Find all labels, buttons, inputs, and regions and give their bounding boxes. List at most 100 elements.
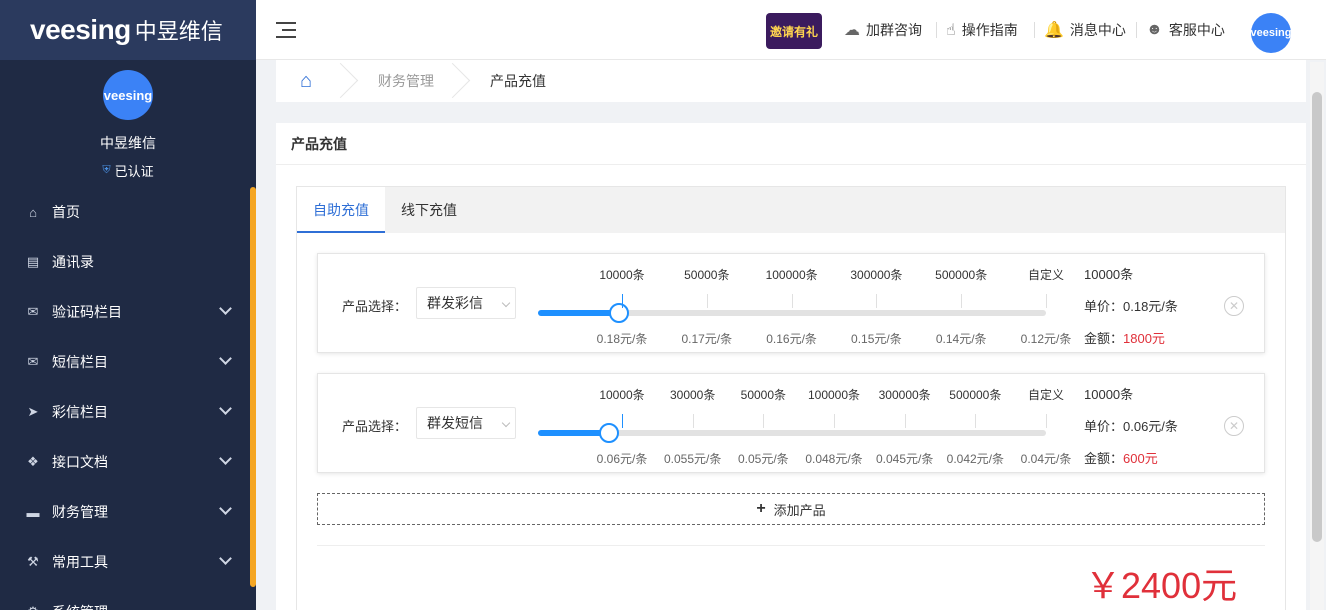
chevron-down-icon	[219, 502, 232, 515]
verified-badge: ⛨ 已认证	[102, 161, 153, 180]
sidebar-item-mms[interactable]: ➤ 彩信栏目	[0, 387, 256, 437]
remove-product-button[interactable]: ✕	[1224, 416, 1244, 436]
tier-label[interactable]: 500000条	[935, 266, 987, 283]
scrollbar-thumb[interactable]	[1312, 92, 1322, 542]
tier-label[interactable]: 300000条	[879, 386, 931, 403]
slider-tick	[706, 294, 708, 308]
tier-label[interactable]: 100000条	[766, 266, 818, 283]
page-scrollbar[interactable]	[1310, 62, 1324, 610]
chevron-down-icon	[501, 298, 511, 308]
slider-tick	[834, 414, 835, 428]
plus-icon: +	[756, 500, 766, 517]
sidebar: veesing 中昱维信 veesing 中昱维信 ⛨ 已认证 ⌂ 首页 ▤ 通…	[0, 0, 256, 610]
sidebar-item-label: 验证码栏目	[52, 304, 122, 320]
cubes-icon: ❖	[27, 454, 39, 469]
tier-label[interactable]: 50000条	[741, 386, 786, 403]
breadcrumb-finance[interactable]: 财务管理	[348, 71, 448, 91]
chevron-down-icon	[501, 418, 511, 428]
tier-label[interactable]: 10000条	[599, 386, 644, 403]
logo-cn: 中昱维信	[134, 19, 223, 44]
amount-value: 1800元	[1123, 331, 1165, 346]
product-select[interactable]: 群发短信	[416, 407, 516, 439]
chevron-down-icon	[219, 302, 232, 315]
quantity-slider[interactable]	[538, 414, 1047, 443]
unit-price: 单价：0.06元/条	[1084, 419, 1178, 434]
sidebar-item-system[interactable]: ⚙ 系统管理	[0, 587, 256, 610]
tier-label[interactable]: 500000条	[949, 386, 1001, 403]
product-select-label: 产品选择：	[342, 419, 408, 434]
support-label: 客服中心	[1168, 22, 1225, 38]
tab-offline-recharge[interactable]: 线下充值	[385, 187, 473, 233]
tier-label[interactable]: 100000条	[808, 386, 860, 403]
quantity-slider[interactable]	[538, 294, 1047, 323]
tier-price: 0.17元/条	[681, 332, 733, 346]
tier-label[interactable]: 50000条	[684, 266, 729, 283]
product-card: 产品选择： 群发短信 10000条 30000条 50000条 100000条 3000…	[317, 373, 1265, 473]
support-link[interactable]: ☻ 客服中心	[1146, 20, 1225, 40]
sidebar-item-label: 常用工具	[52, 554, 108, 570]
slider-tick	[692, 414, 694, 428]
tier-price: 0.055元/条	[663, 452, 722, 466]
guide-link[interactable]: ☝ 操作指南	[946, 20, 1018, 40]
shield-icon: ⛨	[102, 164, 111, 176]
envelope-icon: ✉	[27, 354, 39, 369]
sidebar-item-sms[interactable]: ✉ 短信栏目	[0, 337, 256, 387]
slider-tick	[961, 294, 963, 308]
slider-tick	[791, 294, 793, 308]
tier-label[interactable]: 30000条	[670, 386, 715, 403]
sidebar-item-api-docs[interactable]: ❖ 接口文档	[0, 437, 256, 487]
avatar[interactable]: veesing	[103, 70, 153, 120]
sidebar-menu: ⌂ 首页 ▤ 通讯录 ✉ 验证码栏目 ✉ 短信栏目 ➤ 彩信栏目 ❖ 接口文档	[0, 187, 256, 610]
amount: 金额：1800元	[1084, 328, 1165, 347]
menu-toggle-icon[interactable]	[276, 22, 296, 38]
tier-price: 0.048元/条	[805, 452, 863, 466]
invite-promo-banner[interactable]: 邀请有礼	[766, 13, 822, 49]
tab-self-recharge[interactable]: 自助充值	[297, 187, 385, 233]
tier-price: 0.18元/条	[596, 332, 648, 346]
main-content: ⌂ 财务管理 产品充值 产品充值 自助充值 线下充值 产品选择： 群发彩信 10…	[256, 60, 1307, 610]
envelope-open-icon: ✉	[27, 304, 39, 319]
logo-latin: veesing	[30, 14, 131, 45]
sidebar-item-label: 财务管理	[52, 504, 108, 520]
product-select[interactable]: 群发彩信	[416, 287, 516, 319]
tier-price: 0.16元/条	[766, 332, 817, 346]
paper-plane-icon: ➤	[27, 404, 39, 419]
chevron-down-icon	[219, 352, 232, 365]
logo[interactable]: veesing 中昱维信	[0, 0, 256, 60]
messages-link[interactable]: 🔔 消息中心	[1044, 20, 1126, 40]
recharge-panel: 产品充值 自助充值 线下充值 产品选择： 群发彩信 10000条 50000条 10…	[276, 123, 1306, 610]
sidebar-item-label: 系统管理	[52, 602, 108, 610]
profile: veesing 中昱维信 ⛨ 已认证	[0, 60, 256, 187]
tier-price: 0.12元/条	[1020, 332, 1072, 346]
tier-price: 0.045元/条	[875, 452, 934, 466]
tier-prices: 0.06元/条 0.055元/条 0.05元/条 0.048元/条 0.045元/条 0.…	[538, 450, 1072, 470]
slider-handle[interactable]	[599, 423, 620, 443]
slider-handle[interactable]	[609, 303, 630, 323]
divider	[317, 545, 1265, 546]
amount-value: 600元	[1123, 451, 1158, 466]
join-group-link[interactable]: ☁ 加群咨询	[844, 20, 922, 40]
total-amount: ￥2400元	[1085, 565, 1238, 606]
add-product-button[interactable]: + 添加产品	[317, 493, 1265, 525]
tier-price: 0.05元/条	[737, 452, 789, 466]
home-icon: ⌂	[29, 204, 37, 220]
quantity-value: 10000条	[1084, 267, 1134, 282]
slider-tick	[1046, 414, 1047, 428]
sidebar-item-tools[interactable]: ⚒ 常用工具	[0, 537, 256, 587]
tier-label[interactable]: 自定义	[1028, 266, 1064, 283]
tier-label[interactable]: 自定义	[1028, 386, 1064, 403]
sidebar-item-finance[interactable]: ▬ 财务管理	[0, 487, 256, 537]
sidebar-item-home[interactable]: ⌂ 首页	[0, 187, 256, 237]
remove-product-button[interactable]: ✕	[1224, 296, 1244, 316]
top-header: 邀请有礼 ☁ 加群咨询 ☝ 操作指南 🔔 消息中心 ☻ 客服中心 veesing	[256, 0, 1326, 60]
chevron-down-icon	[219, 552, 232, 565]
tier-label[interactable]: 10000条	[599, 266, 644, 283]
product-select-label: 产品选择：	[342, 299, 408, 314]
sidebar-item-verification[interactable]: ✉ 验证码栏目	[0, 287, 256, 337]
user-avatar[interactable]: veesing	[1251, 13, 1291, 53]
tier-label[interactable]: 300000条	[850, 266, 902, 283]
slider-tick	[1046, 294, 1047, 308]
unit-price: 单价：0.18元/条	[1084, 299, 1178, 314]
sidebar-item-contacts[interactable]: ▤ 通讯录	[0, 237, 256, 287]
wrench-icon: ⚒	[27, 554, 39, 569]
